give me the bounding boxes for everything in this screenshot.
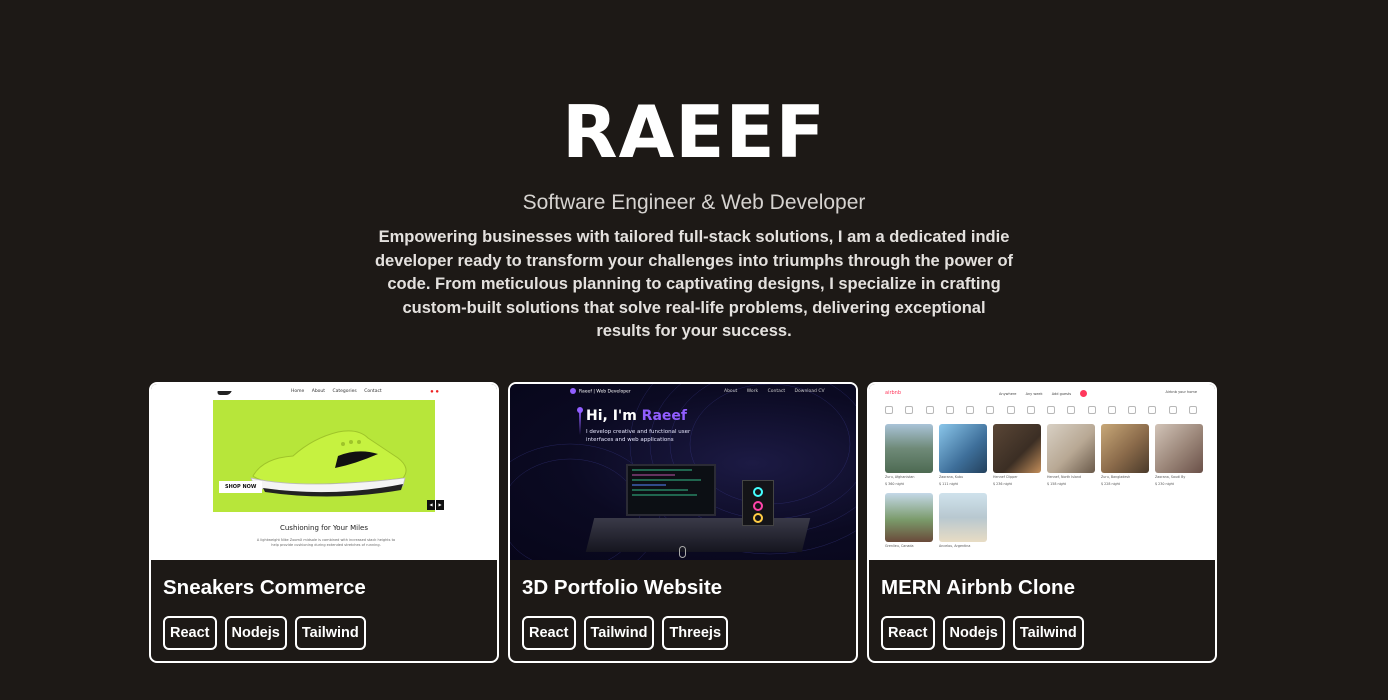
listing-card: Zuru, Bangladesh $ 228 night	[1101, 424, 1149, 487]
thumb-navbar: Raeef | Web Developer About Work Contact…	[510, 388, 856, 398]
listing-price: $ 158 night	[1047, 482, 1066, 486]
listing-price: $ 228 night	[1101, 482, 1120, 486]
nike-logo-icon	[216, 391, 232, 395]
thumb-nav-link: About	[311, 389, 326, 394]
desk-3d-model	[585, 518, 811, 552]
listing-image	[993, 424, 1041, 473]
listing-place: Zuru, Afghanistan	[885, 475, 915, 479]
listing-place: Zaorana, Saudi By	[1155, 475, 1186, 479]
project-title: 3D Portfolio Website	[522, 576, 723, 599]
thumb-nav-link: Contact	[364, 389, 382, 394]
scroll-indicator-icon	[679, 546, 686, 558]
greeting-text: Hi, I'm	[586, 408, 642, 424]
shop-now-button: SHOP NOW	[219, 481, 263, 493]
listing-place: Hennef Clipper	[993, 475, 1018, 479]
slider-arrows: ◀ ▶	[427, 500, 444, 510]
listing-card: Hennef, North Island $ 158 night	[1047, 424, 1095, 487]
cart-icon: ● ●	[430, 389, 439, 395]
listing-price: $ 111 night	[939, 482, 958, 486]
tech-tag: Tailwind	[294, 616, 366, 650]
projects-grid: Home About Categories Contact ● ● SHOP N…	[149, 382, 1217, 663]
listing-price: $ 230 night	[1155, 482, 1174, 486]
greeting-name: Raeef	[641, 408, 687, 424]
listing-card: Zuru, Afghanistan $ 360 night	[885, 424, 933, 487]
tech-tag: React	[522, 616, 576, 650]
thumb-heading: Cushioning for Your Miles	[279, 524, 369, 532]
listing-image	[1155, 424, 1203, 473]
thumb-nav-link: Add guests	[1051, 391, 1072, 396]
tech-tag: Nodejs	[942, 616, 1005, 650]
thumb-nav-link: Contact	[767, 389, 786, 394]
project-thumbnail: Home About Categories Contact ● ● SHOP N…	[151, 384, 497, 560]
next-arrow-icon: ▶	[436, 500, 444, 510]
project-title: Sneakers Commerce	[163, 576, 366, 599]
project-thumbnail: airbnb Anywhere Any week Add guests Airb…	[869, 384, 1215, 560]
tech-tag: Tailwind	[583, 616, 655, 650]
monitor-3d-model	[626, 464, 716, 516]
project-card-sneakers[interactable]: Home About Categories Contact ● ● SHOP N…	[149, 382, 499, 663]
project-card-airbnb[interactable]: airbnb Anywhere Any week Add guests Airb…	[867, 382, 1217, 663]
thumb-nav-link: Anywhere	[999, 391, 1017, 396]
thumb-nav-link: Any week	[1025, 391, 1043, 396]
thumb-user-menu: Airbnb your home	[1165, 390, 1198, 394]
listing-card: Grenlieu, Canada	[885, 493, 933, 549]
thumb-search-bar: Anywhere Any week Add guests	[999, 390, 1088, 397]
project-title: MERN Airbnb Clone	[881, 576, 1075, 599]
thumb-logo-text: Raeef | Web Developer	[579, 389, 631, 395]
listing-card: Zaorana, Saudi By $ 230 night	[1155, 424, 1203, 487]
thumb-text: A lightweight Nike ZoomX midsole is comb…	[256, 538, 396, 547]
listing-place: Hennef, North Island	[1047, 475, 1082, 479]
listing-price: $ 236 night	[993, 482, 1012, 486]
thumb-nav-link: About	[724, 389, 738, 394]
thumb-nav-link: Work	[746, 389, 759, 394]
thumb-nav-link: Home	[291, 389, 305, 394]
tech-tag: Tailwind	[1012, 616, 1084, 650]
category-icons	[885, 406, 1197, 414]
listing-card: Zaorana, Kubu $ 111 night	[939, 424, 987, 487]
fan-icon	[753, 487, 763, 497]
hero-description: Empowering businesses with tailored full…	[374, 228, 1014, 340]
pc-tower-model	[742, 480, 774, 526]
listing-place: Ancelou, Argentina	[939, 544, 971, 548]
hero-subtitle: Software Engineer & Web Developer	[522, 191, 866, 214]
tech-tags: React Nodejs Tailwind	[881, 616, 1203, 650]
project-card-3d-portfolio[interactable]: Raeef | Web Developer About Work Contact…	[508, 382, 858, 663]
site-name: RAEEF	[562, 90, 826, 174]
tech-tag: Nodejs	[224, 616, 287, 650]
thumb-logo: Raeef | Web Developer	[570, 388, 631, 395]
listing-place: Zaorana, Kubu	[939, 475, 964, 479]
tech-tags: React Nodejs Tailwind	[163, 616, 485, 650]
thumb-nav-link: Download CV	[794, 389, 825, 394]
airbnb-logo: airbnb	[885, 390, 902, 396]
listing-image	[939, 493, 987, 542]
listing-card: Ancelou, Argentina	[939, 493, 987, 549]
listing-price: $ 360 night	[885, 482, 904, 486]
hero-section: RAEEF Software Engineer & Web Developer …	[0, 0, 1388, 344]
sneaker-image	[250, 430, 407, 497]
listing-card: Hennef Clipper $ 236 night	[993, 424, 1041, 487]
thumb-navbar: Home About Categories Contact ● ●	[151, 388, 497, 398]
listing-place: Zuru, Bangladesh	[1101, 475, 1131, 479]
tech-tag: Threejs	[662, 616, 729, 650]
thumb-tagline: I develop creative and functional user i…	[586, 429, 691, 443]
tech-tags: React Tailwind Threejs	[522, 616, 844, 650]
accent-bar	[579, 409, 581, 435]
tech-tag: React	[881, 616, 935, 650]
listing-image	[1047, 424, 1095, 473]
listing-place: Grenlieu, Canada	[885, 544, 914, 548]
thumb-greeting: Hi, I'm Raeef	[586, 408, 687, 424]
listing-image	[885, 424, 933, 473]
fan-icon	[753, 513, 763, 523]
listing-image	[939, 424, 987, 473]
tech-tag: React	[163, 616, 217, 650]
project-thumbnail: Raeef | Web Developer About Work Contact…	[510, 384, 856, 560]
listing-grid: Zuru, Afghanistan $ 360 night Zaorana, K…	[885, 424, 1203, 549]
listing-image	[885, 493, 933, 542]
thumb-nav-link: Categories	[332, 389, 357, 394]
search-icon	[1080, 390, 1088, 397]
fan-icon	[753, 501, 763, 511]
logo-icon	[570, 388, 576, 394]
listing-image	[1101, 424, 1149, 473]
prev-arrow-icon: ◀	[427, 500, 435, 510]
